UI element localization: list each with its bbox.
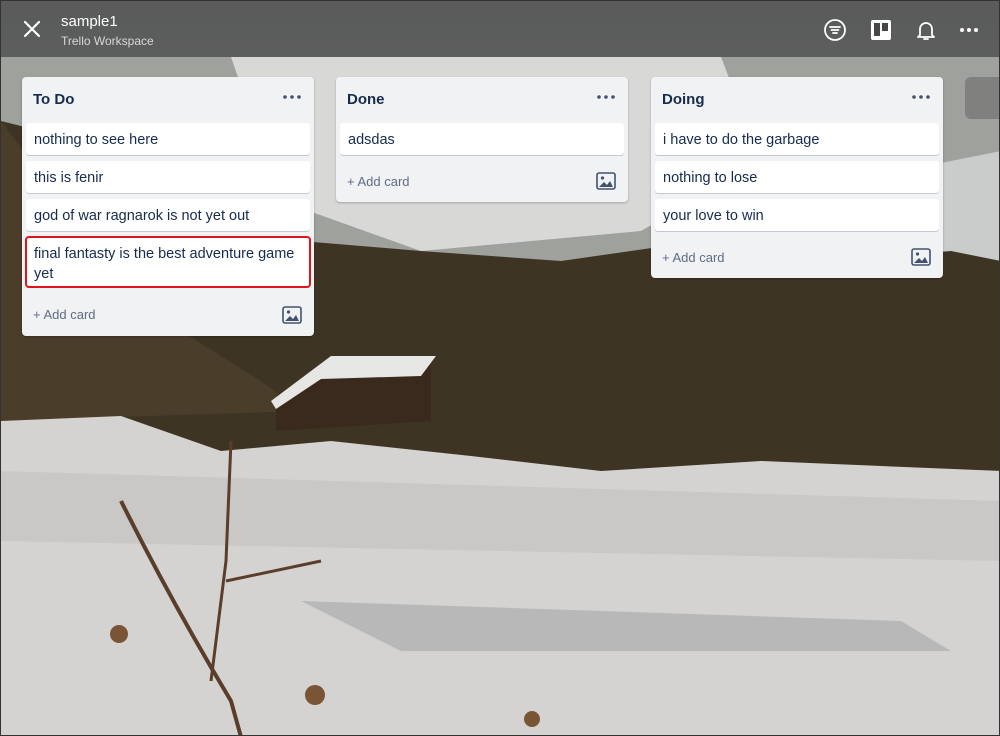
board-title: sample1 bbox=[61, 13, 118, 30]
list-to-do: To Do nothing to see here this is fenir … bbox=[22, 77, 314, 336]
card[interactable]: your love to win bbox=[655, 199, 939, 231]
board-header: sample1 Trello Workspace bbox=[1, 1, 999, 57]
board-view-icon[interactable] bbox=[869, 18, 893, 42]
image-icon[interactable] bbox=[596, 172, 616, 190]
list-doing: Doing i have to do the garbage nothing t… bbox=[651, 77, 943, 278]
list-title: Done bbox=[347, 91, 385, 108]
card[interactable]: god of war ragnarok is not yet out bbox=[26, 199, 310, 231]
close-icon[interactable] bbox=[21, 18, 43, 40]
bell-icon[interactable] bbox=[914, 18, 938, 42]
list-menu-icon[interactable] bbox=[911, 91, 931, 103]
image-icon[interactable] bbox=[911, 248, 931, 266]
add-card-button[interactable]: + Add card bbox=[33, 307, 96, 322]
add-card-button[interactable]: + Add card bbox=[662, 250, 725, 265]
add-list-button[interactable] bbox=[965, 77, 999, 119]
list-menu-icon[interactable] bbox=[282, 91, 302, 103]
card[interactable]: nothing to lose bbox=[655, 161, 939, 193]
list-title: To Do bbox=[33, 91, 75, 108]
more-icon[interactable] bbox=[957, 18, 981, 42]
card-selected[interactable]: final fantasty is the best adventure gam… bbox=[25, 236, 311, 288]
filter-icon[interactable] bbox=[823, 18, 847, 42]
add-card-button[interactable]: + Add card bbox=[347, 174, 410, 189]
image-icon[interactable] bbox=[282, 306, 302, 324]
card[interactable]: adsdas bbox=[340, 123, 624, 155]
card[interactable]: i have to do the garbage bbox=[655, 123, 939, 155]
card[interactable]: nothing to see here bbox=[26, 123, 310, 155]
card[interactable]: this is fenir bbox=[26, 161, 310, 193]
list-menu-icon[interactable] bbox=[596, 91, 616, 103]
app-window: sample1 Trello Workspace To Do nothing t… bbox=[0, 0, 1000, 736]
list-done: Done adsdas + Add card bbox=[336, 77, 628, 202]
list-title: Doing bbox=[662, 91, 705, 108]
workspace-name: Trello Workspace bbox=[61, 34, 154, 48]
